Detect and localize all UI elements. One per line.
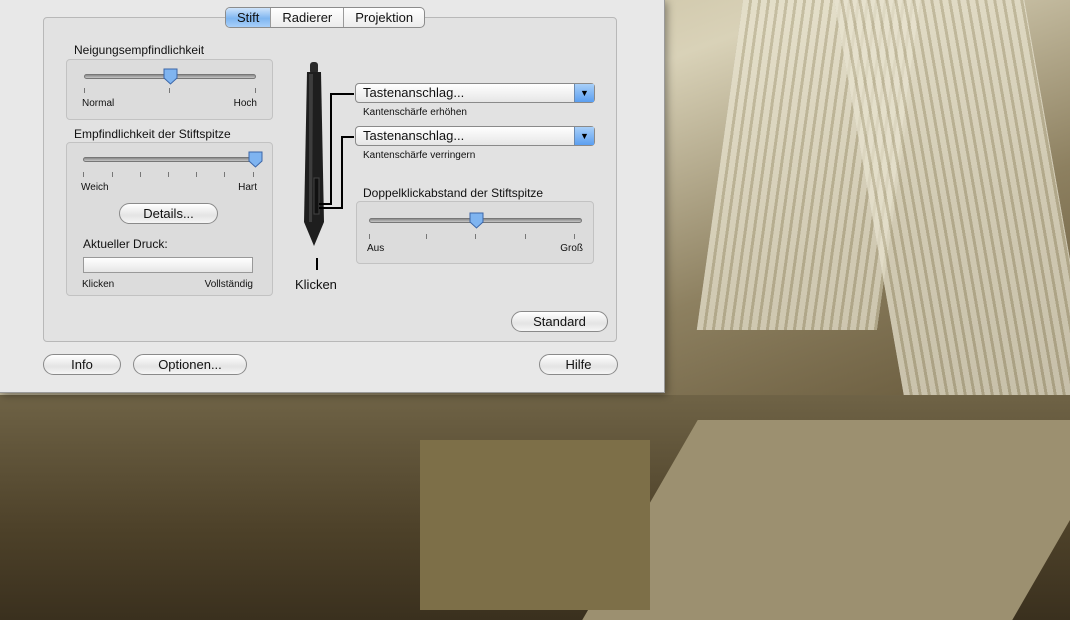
doubleclick-group: Aus Groß: [356, 201, 594, 264]
options-button[interactable]: Optionen...: [133, 354, 247, 375]
chevron-down-icon: ▼: [574, 84, 594, 102]
tip-title: Empfindlichkeit der Stiftspitze: [74, 127, 231, 141]
upper-button-value: Tastenanschlag...: [363, 85, 465, 100]
upper-button-caption: Kantenschärfe erhöhen: [363, 107, 467, 118]
tilt-min-label: Normal: [82, 98, 115, 109]
chevron-down-icon: ▼: [574, 127, 594, 145]
tilt-max-label: Hoch: [233, 98, 257, 109]
tip-group: Weich Hart Details... Aktueller Druck: K…: [66, 142, 273, 296]
help-button[interactable]: Hilfe: [539, 354, 618, 375]
standard-button[interactable]: Standard: [511, 311, 608, 332]
pressure-label: Aktueller Druck:: [83, 237, 168, 251]
tab-bar: Stift Radierer Projektion: [225, 7, 426, 28]
preferences-window: Stift Radierer Projektion Neigungsempfin…: [0, 0, 665, 393]
tip-max-label: Hart: [238, 182, 257, 193]
doubleclick-max-label: Groß: [560, 243, 583, 254]
pressure-min-label: Klicken: [82, 279, 115, 290]
tab-projektion[interactable]: Projektion: [343, 8, 424, 27]
lower-button-value: Tastenanschlag...: [363, 128, 465, 143]
slider-knob[interactable]: [469, 212, 484, 229]
lower-button-caption: Kantenschärfe verringern: [363, 150, 476, 161]
pen-tip-label: Klicken: [295, 277, 337, 292]
tilt-group: Normal Hoch: [66, 59, 273, 120]
pressure-max-label: Vollständig: [204, 279, 253, 290]
doubleclick-slider[interactable]: [369, 212, 582, 229]
tab-stift[interactable]: Stift: [226, 8, 271, 27]
tip-slider[interactable]: [83, 151, 263, 168]
upper-button-dropdown[interactable]: Tastenanschlag... ▼: [355, 83, 595, 103]
slider-knob[interactable]: [248, 151, 263, 168]
pressure-bar: [83, 257, 253, 273]
slider-knob[interactable]: [163, 68, 178, 85]
details-button[interactable]: Details...: [119, 203, 218, 224]
info-button[interactable]: Info: [43, 354, 121, 375]
tab-radierer[interactable]: Radierer: [270, 8, 343, 27]
tilt-slider[interactable]: [84, 68, 256, 85]
doubleclick-title: Doppelklickabstand der Stiftspitze: [363, 186, 544, 200]
tip-min-label: Weich: [81, 182, 109, 193]
pen-icon: [304, 62, 324, 246]
lower-button-dropdown[interactable]: Tastenanschlag... ▼: [355, 126, 595, 146]
tilt-title: Neigungsempfindlichkeit: [74, 43, 205, 57]
doubleclick-min-label: Aus: [367, 243, 385, 254]
